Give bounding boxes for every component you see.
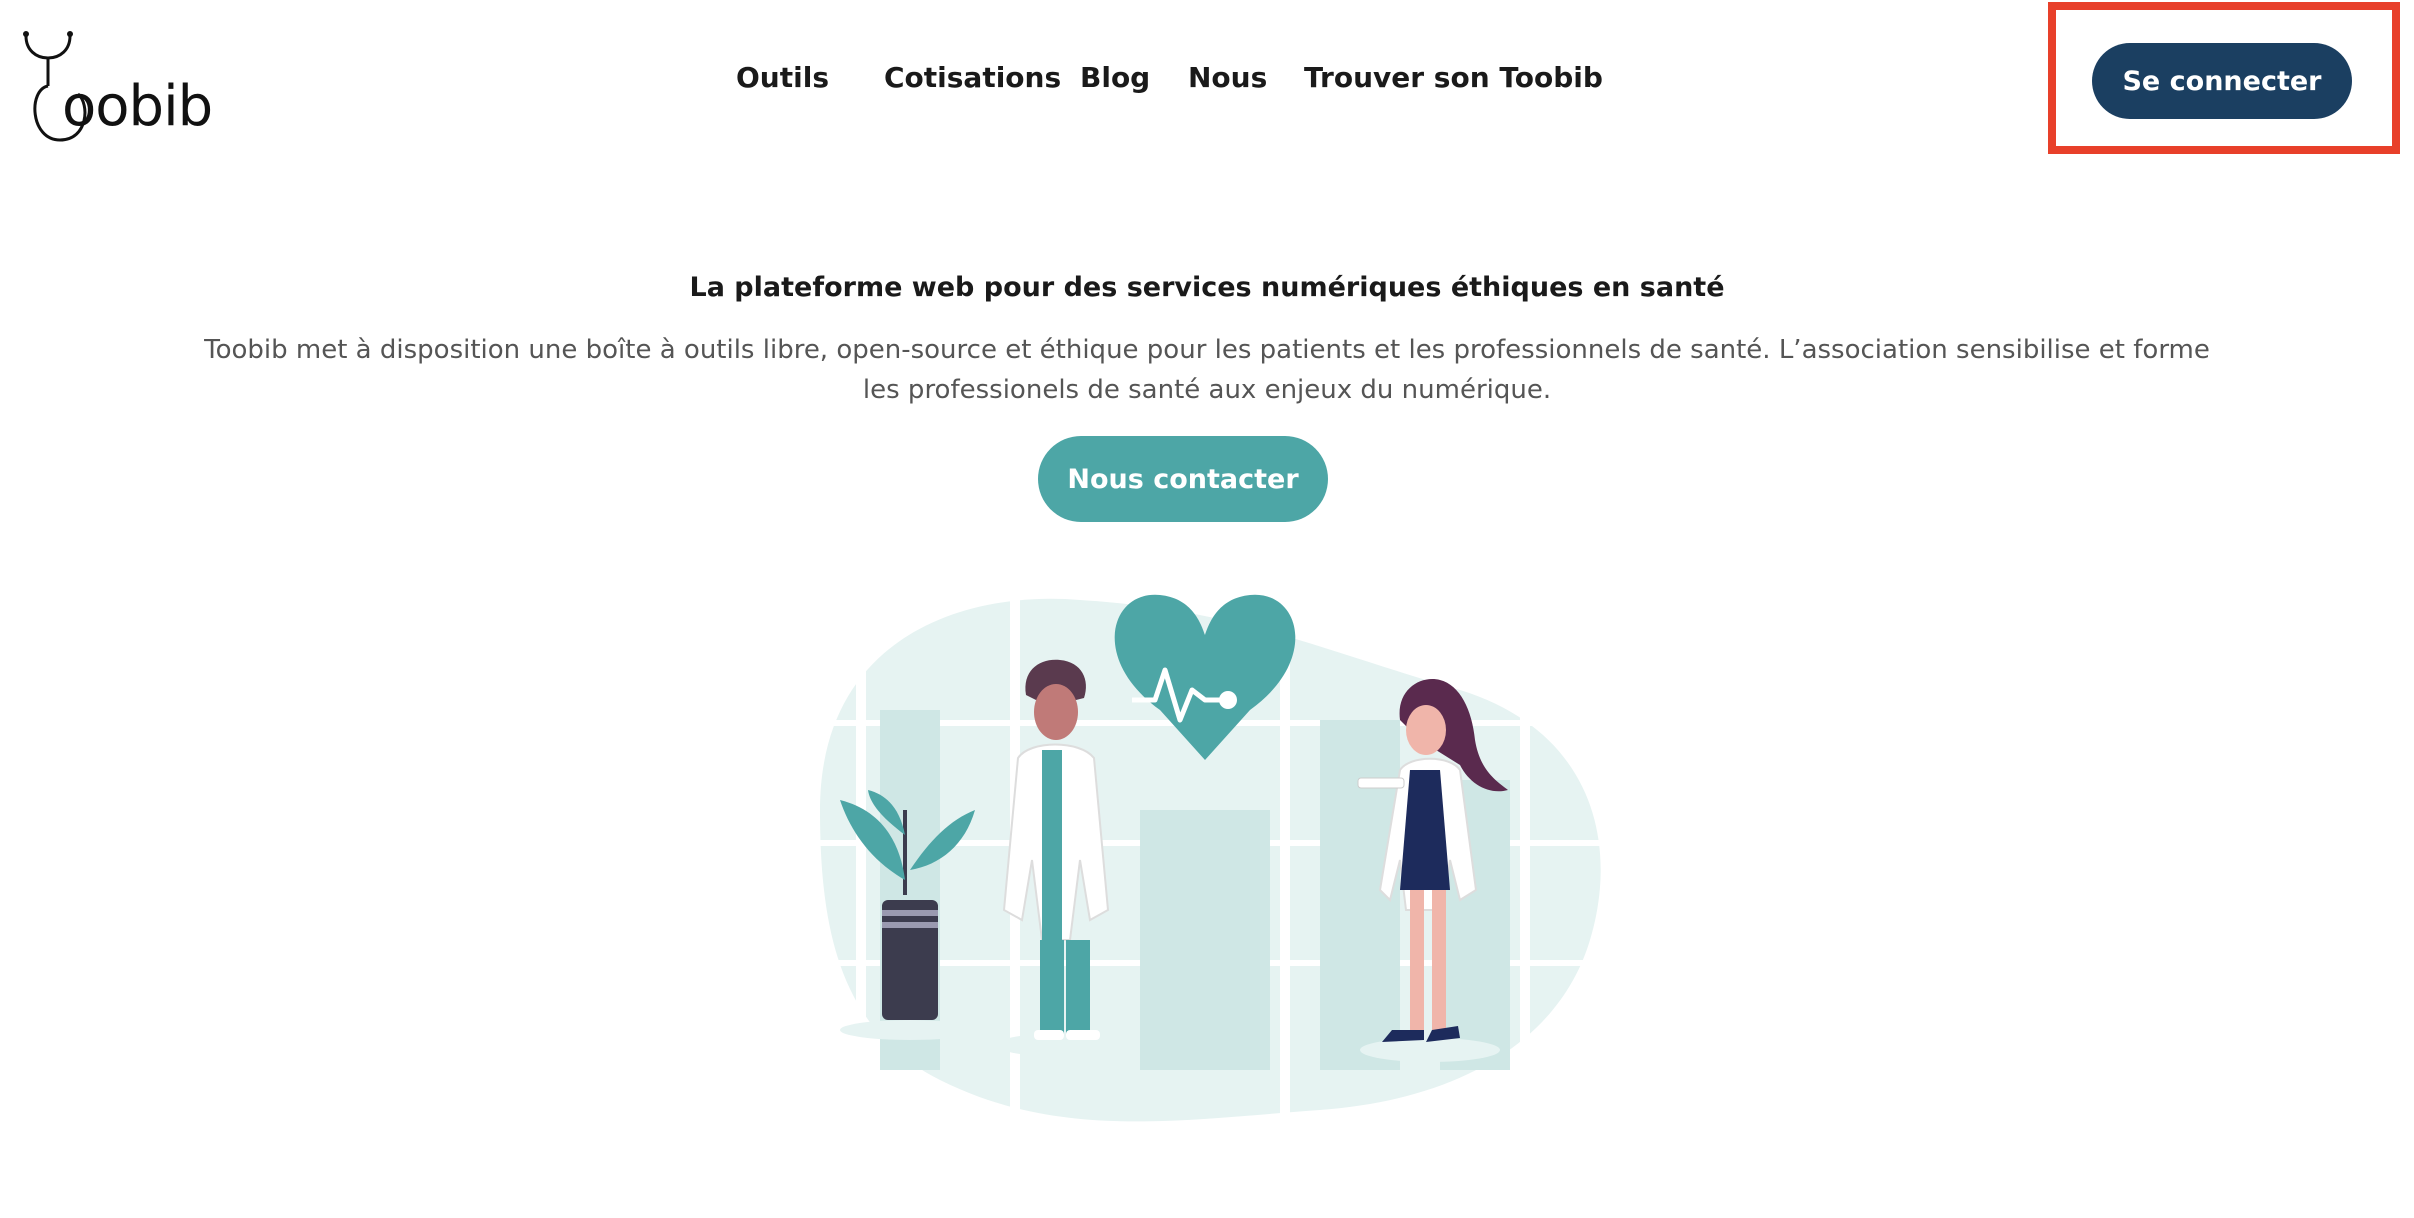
contact-button[interactable]: Nous contacter (1038, 436, 1328, 522)
page: oobib Outils Cotisations Blog Nous Trouv… (0, 0, 2414, 1218)
doctors-illustration (820, 590, 1620, 1122)
nav-item-blog[interactable]: Blog (1080, 58, 1150, 98)
nav-item-trouver-son-toobib[interactable]: Trouver son Toobib (1304, 58, 1603, 98)
nav-item-outils[interactable]: Outils (736, 58, 829, 98)
nav-item-cotisations[interactable]: Cotisations (884, 58, 1061, 98)
login-button[interactable]: Se connecter (2092, 43, 2352, 119)
nav-item-nous[interactable]: Nous (1188, 58, 1267, 98)
hero-illustration (760, 580, 1640, 1180)
hero-title: La plateforme web pour des services numé… (689, 272, 1725, 303)
hero-description: Toobib met à disposition une boîte à out… (204, 335, 2210, 405)
